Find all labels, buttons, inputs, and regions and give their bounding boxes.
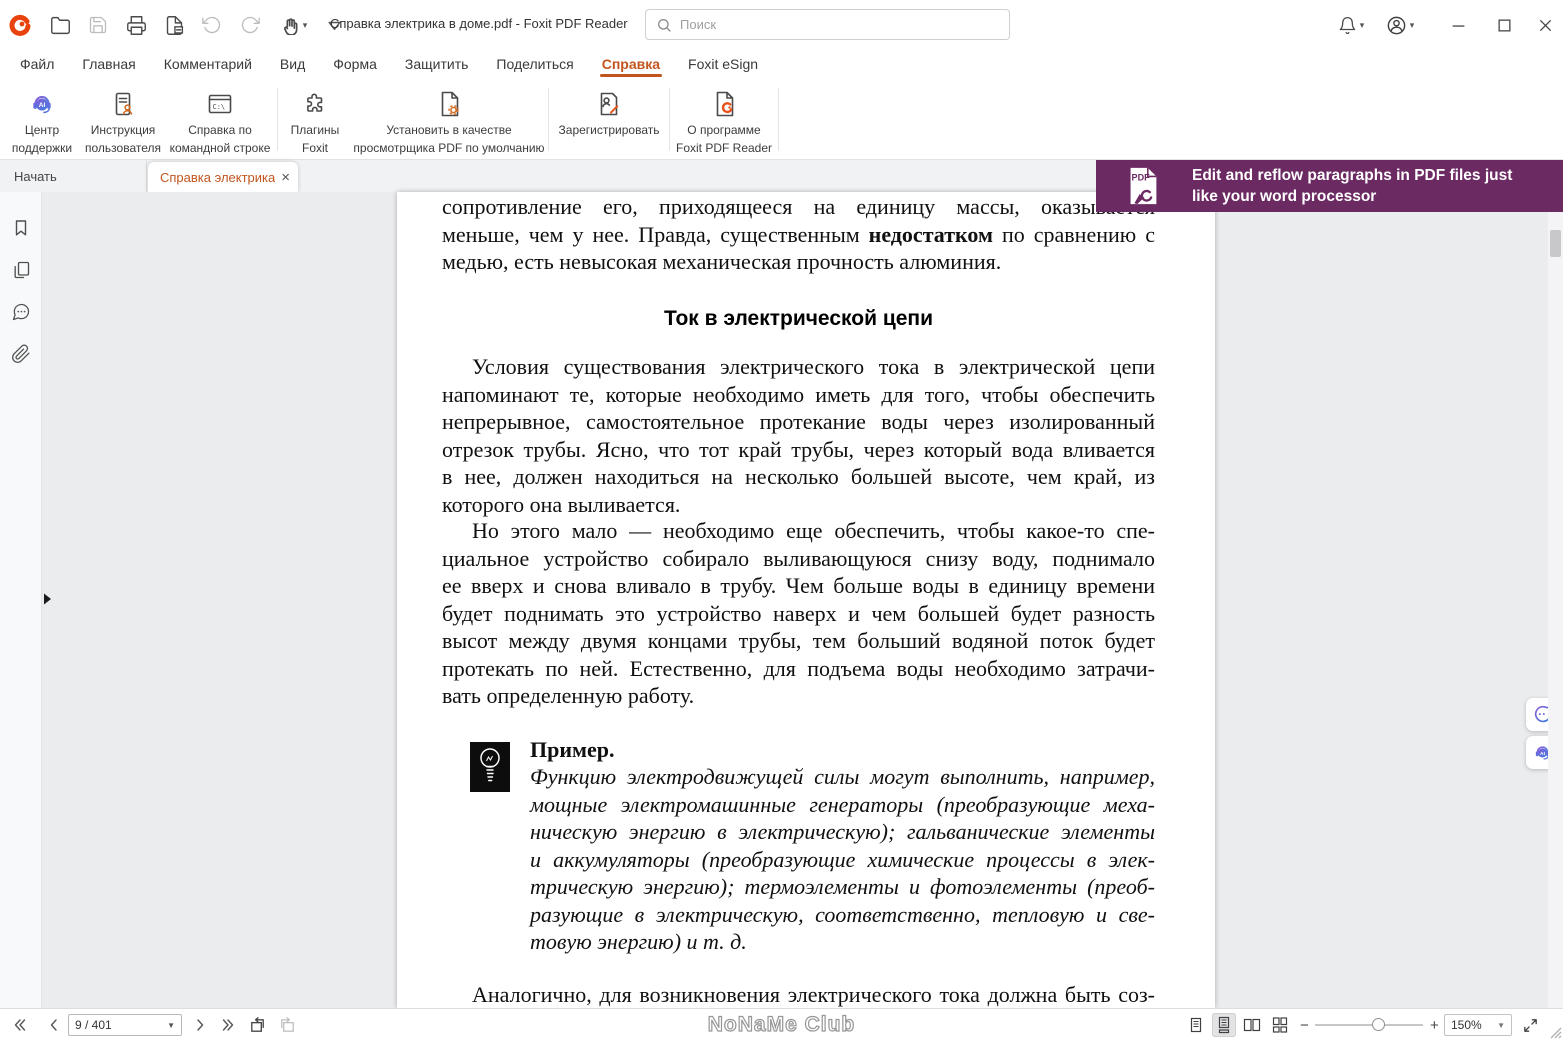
notifications-button[interactable]: ▾ (1332, 13, 1370, 37)
foxit-logo (8, 13, 32, 37)
facing-continuous-view-button[interactable] (1268, 1009, 1292, 1041)
zoom-caret-icon: ▼ (1497, 1021, 1505, 1030)
open-file-icon[interactable] (48, 13, 72, 37)
ribbon-separator (778, 88, 779, 151)
register-icon (594, 89, 624, 119)
ribbon-toolbar: AI Центр поддержки Инструкция пользовате… (0, 80, 1563, 160)
zoom-out-button[interactable]: − (1300, 1009, 1309, 1041)
bell-icon (1338, 16, 1357, 35)
tab-start-page[interactable]: Начать (0, 160, 147, 192)
support-center-button[interactable]: AI Центр поддержки (2, 80, 82, 159)
tab-label: Справка электрика ... (160, 170, 275, 185)
about-foxit-icon (709, 89, 739, 119)
puzzle-icon (300, 89, 330, 119)
zoom-slider[interactable] (1315, 1015, 1423, 1035)
account-caret-icon: ▾ (1410, 20, 1415, 31)
paragraph: Но этого мало — необходимо еще обеспечит… (442, 517, 1155, 710)
banner-text: Edit and reflow paragraphs in PDF files … (1192, 165, 1512, 207)
section-heading: Ток в электрической цепи (442, 307, 1155, 331)
hand-tool-button[interactable]: ▾ (274, 13, 314, 37)
menu-form[interactable]: Форма (319, 51, 391, 77)
continuous-view-button[interactable] (1212, 1009, 1236, 1041)
command-line-help-button[interactable]: C:\ Справка по командной строке (164, 80, 276, 159)
comments-panel-icon[interactable] (11, 302, 31, 322)
example-title: Пример. (530, 736, 615, 764)
account-button[interactable]: ▾ (1380, 13, 1420, 37)
hand-tool-caret-icon: ▾ (303, 20, 308, 31)
default-pdf-viewer-icon (434, 89, 464, 119)
pdf-edit-icon: PDF (1118, 164, 1168, 208)
about-foxit-button[interactable]: О программе Foxit PDF Reader (671, 80, 777, 159)
maximize-button[interactable] (1492, 13, 1516, 37)
slider-thumb[interactable] (1372, 1018, 1385, 1031)
command-line-icon: C:\ (205, 89, 235, 119)
paragraph: Условия существования электрического ток… (442, 353, 1155, 518)
redo-icon[interactable] (238, 13, 262, 37)
minimize-button[interactable] (1446, 13, 1470, 37)
bell-caret-icon: ▾ (1360, 20, 1365, 31)
fullscreen-button[interactable] (1522, 1009, 1539, 1041)
zoom-in-button[interactable]: + (1430, 1009, 1439, 1041)
document-area: сопротивление его, приходящееся на едини… (0, 192, 1563, 1008)
user-icon (1386, 15, 1407, 36)
paragraph: Аналогично, для возникновения электричес… (442, 981, 1155, 1009)
triangle-right-icon (43, 592, 52, 606)
menu-file[interactable]: Файл (6, 51, 68, 77)
single-page-view-button[interactable] (1184, 1009, 1208, 1041)
menu-comment[interactable]: Комментарий (150, 51, 266, 77)
zoom-level-field[interactable]: 150% ▼ (1444, 1014, 1512, 1036)
svg-text:C:\: C:\ (213, 103, 226, 111)
promo-banner[interactable]: PDF Edit and reflow paragraphs in PDF fi… (1096, 160, 1563, 212)
foxit-plugins-button[interactable]: Плагины Foxit (279, 80, 351, 159)
navigation-panel-strip (0, 192, 42, 1008)
panel-expander[interactable] (43, 591, 55, 607)
search-input[interactable] (680, 17, 980, 32)
set-default-viewer-button[interactable]: Установить в качестве просмотрщика PDF п… (351, 80, 547, 159)
slider-track[interactable] (1315, 1024, 1423, 1026)
menu-share[interactable]: Поделиться (482, 51, 587, 77)
undo-icon[interactable] (200, 13, 224, 37)
example-text: Функцию электродвижущей силы могут выпол… (530, 763, 1155, 956)
pdf-page[interactable]: сопротивление его, приходящееся на едини… (397, 192, 1215, 1008)
scrollbar-thumb[interactable] (1550, 230, 1561, 257)
menu-protect[interactable]: Защитить (391, 51, 483, 77)
menu-home[interactable]: Главная (68, 51, 149, 77)
print-icon[interactable] (124, 13, 148, 37)
user-manual-button[interactable]: Инструкция пользователя (82, 80, 164, 159)
pages-panel-icon[interactable] (11, 260, 31, 280)
svg-text:AI: AI (39, 102, 46, 109)
ai-headset-icon: AI (27, 89, 57, 119)
register-button[interactable]: Зарегистрировать (550, 80, 668, 159)
window-title: Справка электрика в доме.pdf - Foxit PDF… (330, 16, 628, 31)
page-view-icon[interactable] (162, 13, 186, 37)
menu-help[interactable]: Справка (588, 51, 674, 77)
resize-grip[interactable] (1546, 1021, 1562, 1041)
save-icon[interactable] (86, 13, 110, 37)
svg-text:AI: AI (1540, 751, 1546, 757)
bookmarks-panel-icon[interactable] (11, 218, 31, 238)
ribbon-separator (548, 88, 549, 151)
title-bar: ▾ Справка электрика в доме.pdf - Foxit P… (0, 0, 1563, 48)
vertical-scrollbar[interactable] (1548, 192, 1563, 1008)
status-bar: 9 / 401 ▼ NoNaMe Club (0, 1008, 1563, 1040)
paragraph: сопротивление его, приходящееся на едини… (442, 193, 1155, 276)
search-box[interactable] (645, 9, 1010, 40)
ribbon-separator (669, 88, 670, 151)
tab-close-icon[interactable]: × (281, 169, 290, 186)
search-icon (656, 17, 672, 33)
ribbon-separator (277, 88, 278, 151)
tab-current-document[interactable]: Справка электрика ... × (148, 162, 298, 192)
svg-text:PDF: PDF (1132, 172, 1151, 182)
menu-bar: Файл Главная Комментарий Вид Форма Защит… (0, 48, 1563, 80)
user-guide-icon (108, 89, 138, 119)
menu-foxit-esign[interactable]: Foxit eSign (674, 51, 772, 77)
close-button[interactable] (1533, 13, 1557, 37)
menu-view[interactable]: Вид (266, 51, 319, 77)
lightbulb-example-icon (470, 742, 510, 792)
attachments-panel-icon[interactable] (11, 344, 31, 364)
facing-view-button[interactable] (1240, 1009, 1264, 1041)
